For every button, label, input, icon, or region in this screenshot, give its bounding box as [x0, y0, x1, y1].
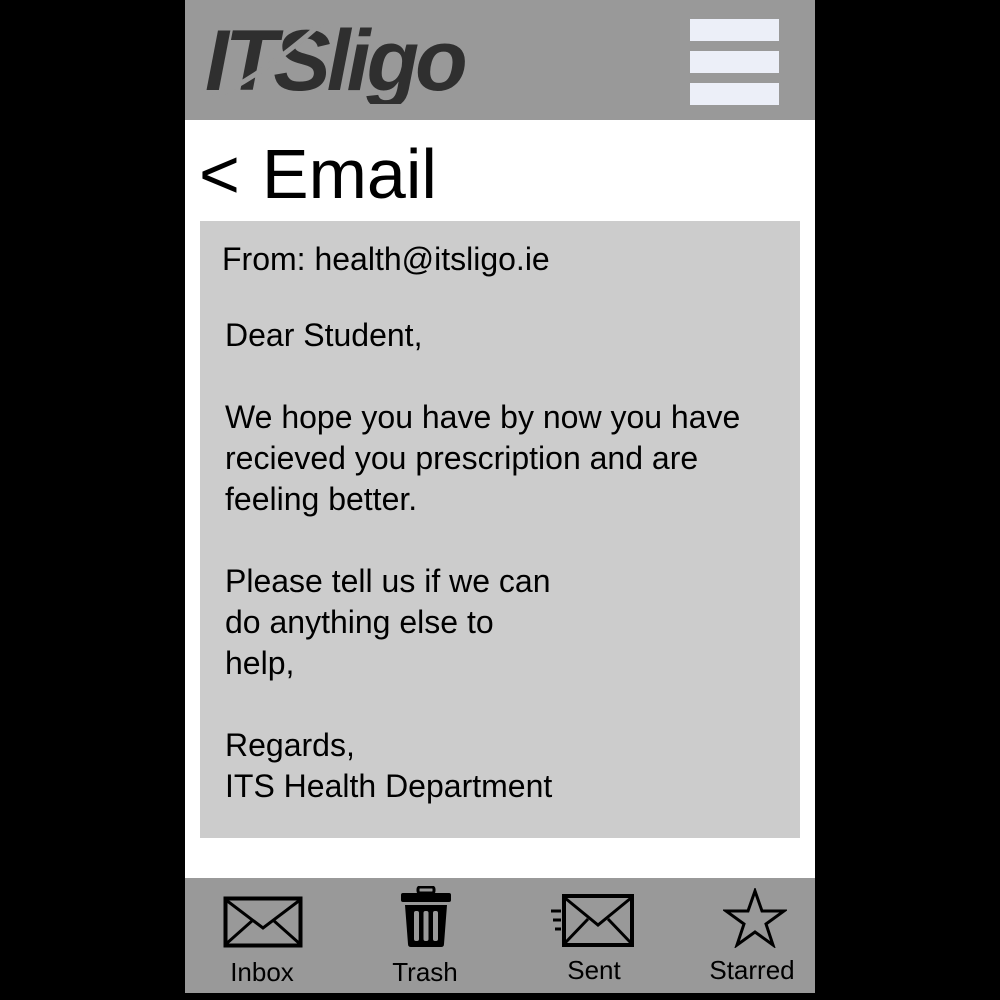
signature-line: ITS Health Department	[225, 768, 553, 804]
svg-text:ITSligo: ITSligo	[205, 14, 465, 104]
nav-item-starred[interactable]: Starred	[681, 878, 815, 993]
nav-item-sent[interactable]: Sent	[525, 878, 665, 993]
body-line: help,	[225, 645, 295, 681]
nav-item-trash[interactable]: Trash	[355, 878, 495, 993]
nav-label-trash: Trash	[392, 957, 458, 987]
nav-label-sent: Sent	[567, 955, 621, 985]
email-signoff: Regards, ITS Health Department	[225, 725, 790, 807]
email-paragraph-1: We hope you have by now you have recieve…	[225, 397, 790, 520]
sent-envelope-icon	[551, 894, 634, 947]
nav-label-starred: Starred	[709, 955, 795, 985]
bottom-nav: Inbox Trash Sent Starred	[185, 878, 815, 993]
body-line: Please tell us if we can	[225, 563, 551, 599]
trash-icon	[401, 886, 451, 947]
itsligo-logo: ITSligo	[205, 14, 469, 104]
hamburger-menu-icon[interactable]	[690, 19, 779, 105]
phone-screen: ITSligo < Email From: health@itsligo.ie …	[185, 0, 815, 993]
star-icon	[723, 888, 787, 948]
from-label: From:	[222, 241, 306, 277]
body-line: recieved you prescription and are	[225, 440, 699, 476]
closing-line: Regards,	[225, 727, 355, 763]
nav-label-inbox: Inbox	[230, 957, 294, 987]
nav-item-inbox[interactable]: Inbox	[185, 878, 340, 993]
email-body: Dear Student, We hope you have by now yo…	[225, 315, 790, 807]
email-card: From: health@itsligo.ie Dear Student, We…	[200, 221, 800, 838]
email-greeting: Dear Student,	[225, 315, 790, 356]
body-line: We hope you have by now you have	[225, 399, 741, 435]
app-header: ITSligo	[185, 0, 815, 120]
from-line: From: health@itsligo.ie	[222, 241, 550, 278]
back-button[interactable]: < Email	[199, 134, 437, 214]
back-chevron-icon: <	[199, 135, 240, 213]
page-title: Email	[261, 135, 437, 213]
email-paragraph-2: Please tell us if we can do anything els…	[225, 561, 790, 684]
body-line: do anything else to	[225, 604, 494, 640]
body-line: feeling better.	[225, 481, 418, 517]
from-address[interactable]: health@itsligo.ie	[314, 241, 549, 277]
greeting-line: Dear Student,	[225, 317, 423, 353]
envelope-icon	[223, 896, 303, 948]
